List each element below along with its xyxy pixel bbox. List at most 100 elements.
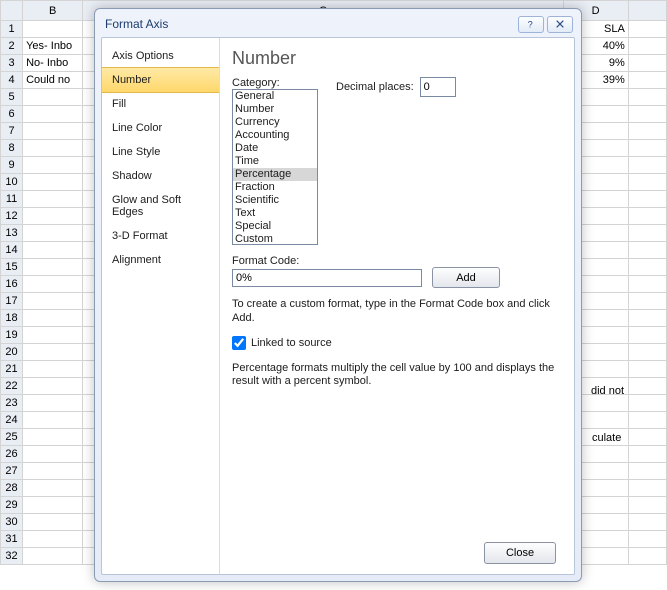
cell[interactable] [628, 89, 666, 106]
cell[interactable] [23, 412, 83, 429]
cell[interactable] [628, 446, 666, 463]
row-header[interactable]: 23 [1, 395, 23, 412]
col-header-e[interactable] [628, 1, 666, 21]
cell[interactable] [628, 531, 666, 548]
cell[interactable] [628, 429, 666, 446]
nav-item-3-d-format[interactable]: 3-D Format [102, 224, 219, 248]
category-option[interactable]: Date [233, 142, 317, 155]
row-header[interactable]: 27 [1, 463, 23, 480]
cell[interactable] [628, 378, 666, 395]
row-header[interactable]: 4 [1, 72, 23, 89]
cell[interactable] [23, 361, 83, 378]
category-option[interactable]: Fraction [233, 181, 317, 194]
cell[interactable] [23, 378, 83, 395]
cell[interactable] [628, 225, 666, 242]
cell[interactable] [628, 72, 666, 89]
linked-to-source-input[interactable] [232, 336, 246, 350]
close-x-button[interactable] [547, 16, 573, 33]
cell[interactable] [628, 174, 666, 191]
cell[interactable] [628, 242, 666, 259]
cell[interactable] [23, 123, 83, 140]
cell[interactable] [628, 412, 666, 429]
cell[interactable] [628, 327, 666, 344]
cell[interactable] [628, 395, 666, 412]
row-header[interactable]: 15 [1, 259, 23, 276]
row-header[interactable]: 21 [1, 361, 23, 378]
row-header[interactable]: 1 [1, 21, 23, 38]
nav-item-line-style[interactable]: Line Style [102, 140, 219, 164]
nav-item-line-color[interactable]: Line Color [102, 116, 219, 140]
cell[interactable] [23, 89, 83, 106]
close-button[interactable]: Close [484, 542, 556, 564]
row-header[interactable]: 26 [1, 446, 23, 463]
cell[interactable]: Could no [23, 72, 83, 89]
cell[interactable] [23, 259, 83, 276]
cell[interactable] [628, 497, 666, 514]
row-header[interactable]: 28 [1, 480, 23, 497]
category-option[interactable]: Time [233, 155, 317, 168]
decimal-places-input[interactable] [420, 77, 456, 97]
cell[interactable] [628, 55, 666, 72]
cell[interactable] [23, 429, 83, 446]
row-header[interactable]: 32 [1, 548, 23, 565]
category-option[interactable]: Text [233, 207, 317, 220]
row-header[interactable]: 16 [1, 276, 23, 293]
cell[interactable] [628, 21, 666, 38]
row-header[interactable]: 18 [1, 310, 23, 327]
cell[interactable] [628, 106, 666, 123]
cell[interactable] [23, 514, 83, 531]
linked-to-source-checkbox[interactable]: Linked to source [232, 336, 562, 350]
row-header[interactable]: 14 [1, 242, 23, 259]
cell[interactable] [23, 208, 83, 225]
cell[interactable] [628, 276, 666, 293]
help-button[interactable]: ? [518, 16, 544, 33]
cell[interactable] [23, 293, 83, 310]
nav-item-alignment[interactable]: Alignment [102, 248, 219, 272]
row-header[interactable]: 11 [1, 191, 23, 208]
cell[interactable] [23, 140, 83, 157]
cell[interactable] [628, 514, 666, 531]
category-option[interactable]: Special [233, 220, 317, 233]
cell[interactable] [23, 21, 83, 38]
cell[interactable] [628, 140, 666, 157]
row-header[interactable]: 20 [1, 344, 23, 361]
cell[interactable] [23, 463, 83, 480]
cell[interactable] [628, 463, 666, 480]
row-header[interactable]: 12 [1, 208, 23, 225]
cell[interactable] [628, 157, 666, 174]
cell[interactable]: Yes- Inbo [23, 38, 83, 55]
cell[interactable] [628, 480, 666, 497]
row-header[interactable]: 17 [1, 293, 23, 310]
nav-item-glow-and-soft-edges[interactable]: Glow and Soft Edges [102, 188, 219, 224]
category-option[interactable]: Custom [233, 233, 317, 245]
cell[interactable]: No- Inbo [23, 55, 83, 72]
row-header[interactable]: 25 [1, 429, 23, 446]
cell[interactable] [23, 242, 83, 259]
category-option[interactable]: Currency [233, 116, 317, 129]
cell[interactable] [23, 191, 83, 208]
category-option[interactable]: General [233, 90, 317, 103]
row-header[interactable]: 8 [1, 140, 23, 157]
cell[interactable] [23, 225, 83, 242]
cell[interactable] [628, 191, 666, 208]
cell[interactable] [628, 344, 666, 361]
row-header[interactable]: 24 [1, 412, 23, 429]
row-header[interactable]: 7 [1, 123, 23, 140]
nav-item-axis-options[interactable]: Axis Options [102, 44, 219, 68]
category-option[interactable]: Accounting [233, 129, 317, 142]
format-code-input[interactable] [232, 269, 422, 287]
row-header[interactable]: 5 [1, 89, 23, 106]
row-header[interactable]: 19 [1, 327, 23, 344]
row-header[interactable]: 6 [1, 106, 23, 123]
cell[interactable] [23, 276, 83, 293]
cell[interactable] [23, 327, 83, 344]
row-header[interactable]: 10 [1, 174, 23, 191]
cell[interactable] [628, 259, 666, 276]
row-header[interactable]: 3 [1, 55, 23, 72]
cell[interactable] [23, 531, 83, 548]
cell[interactable] [628, 38, 666, 55]
cell[interactable] [628, 293, 666, 310]
cell[interactable] [23, 344, 83, 361]
cell[interactable] [628, 548, 666, 565]
cell[interactable] [628, 310, 666, 327]
